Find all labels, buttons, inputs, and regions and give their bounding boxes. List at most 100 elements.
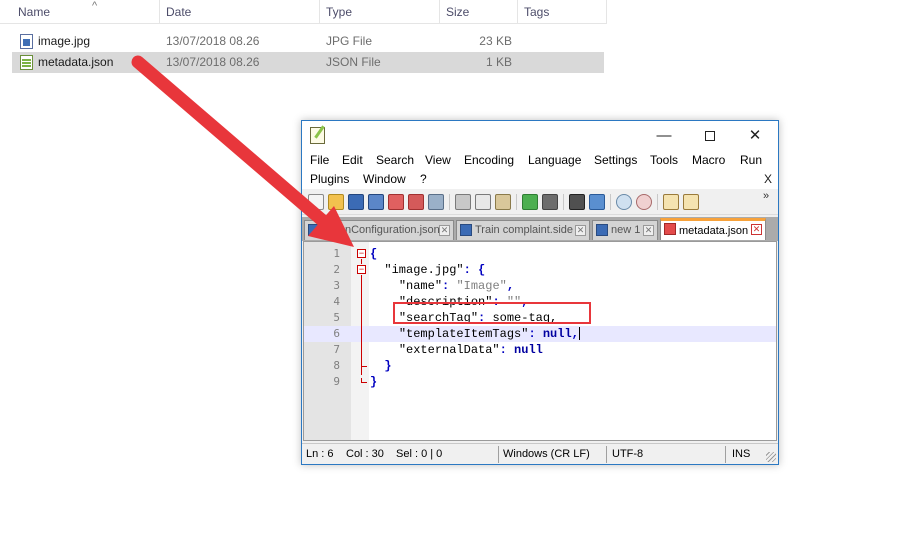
close-button[interactable]: ✕ <box>732 121 778 151</box>
tab-close-icon[interactable]: ✕ <box>751 224 762 235</box>
menu-bar-row-2: Plugins Window ? X <box>302 170 778 189</box>
column-header-name[interactable]: Name ^ <box>12 0 160 24</box>
fold-line <box>361 367 362 375</box>
menu-settings[interactable]: Settings <box>594 151 637 170</box>
toolbar-separator <box>516 194 517 210</box>
code-editor[interactable]: 1 { 2 "image.jpg": { 3 "name": "Image", … <box>303 241 777 441</box>
save-all-icon[interactable] <box>368 194 384 210</box>
status-insert-mode[interactable]: INS <box>730 444 750 465</box>
tab-new-1[interactable]: new 1 ✕ <box>592 220 658 240</box>
saved-file-icon <box>596 224 608 236</box>
close-file-icon[interactable] <box>388 194 404 210</box>
status-separator <box>606 446 607 463</box>
toolbar-separator <box>449 194 450 210</box>
sort-ascending-icon: ^ <box>92 0 98 12</box>
file-type: JPG File <box>326 34 373 48</box>
minimize-button[interactable]: — <box>641 121 687 151</box>
maximize-button[interactable] <box>687 121 733 151</box>
sync-scroll-vertical-icon[interactable] <box>663 194 679 210</box>
line-number: 2 <box>333 263 340 276</box>
code-text: } <box>384 359 392 373</box>
paste-icon[interactable] <box>495 194 511 210</box>
tab-bar: nConfiguration.json ✕ Train complaint.si… <box>302 217 778 241</box>
menu-plugins[interactable]: Plugins <box>310 170 349 189</box>
menu-tools[interactable]: Tools <box>650 151 678 170</box>
column-header-size[interactable]: Size <box>440 0 518 24</box>
file-size: 1 KB <box>485 55 512 69</box>
menu-bar: File Edit Search View Encoding Language … <box>302 151 778 170</box>
file-row-metadata[interactable]: metadata.json 13/07/2018 08.26 JSON File… <box>12 52 604 73</box>
resize-grip-icon[interactable] <box>766 452 776 462</box>
status-column: Col : 30 <box>346 448 384 460</box>
toolbar-overflow-icon[interactable]: » <box>763 190 769 202</box>
column-headers: Name ^ Date Type Size Tags <box>0 0 607 24</box>
line-number: 7 <box>333 343 340 356</box>
tab-close-icon[interactable]: ✕ <box>643 225 654 236</box>
menu-view[interactable]: View <box>425 151 451 170</box>
tab-metadata-json[interactable]: metadata.json ✕ <box>660 218 766 240</box>
zoom-in-icon[interactable] <box>616 194 632 210</box>
copy-icon[interactable] <box>475 194 491 210</box>
redo-icon[interactable] <box>542 194 558 210</box>
menu-encoding[interactable]: Encoding <box>464 151 514 170</box>
menu-file[interactable]: File <box>310 151 329 170</box>
column-header-date[interactable]: Date <box>160 0 320 24</box>
line-number: 8 <box>333 359 340 372</box>
tab-configuration-json[interactable]: nConfiguration.json ✕ <box>304 220 454 240</box>
image-file-icon <box>20 34 33 49</box>
tab-close-icon[interactable]: ✕ <box>575 225 586 236</box>
column-header-tags[interactable]: Tags <box>518 0 607 24</box>
title-bar[interactable]: — ✕ <box>302 121 778 151</box>
toolbar-separator <box>610 194 611 210</box>
status-line: Ln : 6 <box>306 448 334 460</box>
line-number: 6 <box>333 327 340 340</box>
cut-icon[interactable] <box>455 194 471 210</box>
file-size: 23 KB <box>479 34 512 48</box>
status-selection: Sel : 0 | 0 <box>396 448 443 460</box>
status-separator <box>498 446 499 463</box>
text-caret <box>578 327 580 341</box>
menu-macro[interactable]: Macro <box>692 151 725 170</box>
menu-window[interactable]: Window <box>363 170 406 189</box>
line-number: 1 <box>333 247 340 260</box>
line-number: 4 <box>333 295 340 308</box>
line-number: 5 <box>333 311 340 324</box>
zoom-out-icon[interactable] <box>636 194 652 210</box>
fold-toggle-icon[interactable]: − <box>357 265 366 274</box>
code-line-2: 2 "image.jpg": { <box>304 262 776 278</box>
menu-help[interactable]: ? <box>420 170 427 189</box>
fold-end-marker <box>361 378 367 383</box>
tab-close-icon[interactable]: ✕ <box>439 225 450 236</box>
new-file-icon[interactable] <box>308 194 324 210</box>
saved-file-icon <box>460 224 472 236</box>
fold-toggle-icon[interactable]: − <box>357 249 366 258</box>
file-row-image[interactable]: image.jpg 13/07/2018 08.26 JPG File 23 K… <box>12 31 604 52</box>
menu-run[interactable]: Run <box>740 151 762 170</box>
file-name: metadata.json <box>38 55 114 69</box>
undo-icon[interactable] <box>522 194 538 210</box>
code-text: "externalData": null <box>398 343 543 357</box>
save-icon[interactable] <box>348 194 364 210</box>
menu-search[interactable]: Search <box>376 151 414 170</box>
code-text: } <box>370 375 378 389</box>
open-file-icon[interactable] <box>328 194 344 210</box>
close-document-button[interactable]: X <box>764 170 772 189</box>
column-header-type[interactable]: Type <box>320 0 440 24</box>
sync-scroll-horizontal-icon[interactable] <box>683 194 699 210</box>
status-eol[interactable]: Windows (CR LF) <box>501 444 590 465</box>
print-icon[interactable] <box>428 194 444 210</box>
menu-language[interactable]: Language <box>528 151 581 170</box>
file-explorer: Name ^ Date Type Size Tags image.jpg 13/… <box>0 0 607 80</box>
find-icon[interactable] <box>569 194 585 210</box>
code-text: "image.jpg": { <box>384 263 486 277</box>
tab-label: metadata.json <box>679 225 749 237</box>
replace-icon[interactable] <box>589 194 605 210</box>
notepad-app-icon[interactable] <box>310 127 325 144</box>
tab-train-complaint[interactable]: Train complaint.side ✕ <box>456 220 590 240</box>
toolbar-separator <box>657 194 658 210</box>
status-encoding[interactable]: UTF-8 <box>610 444 643 465</box>
close-all-icon[interactable] <box>408 194 424 210</box>
code-text: "templateItemTags": null, <box>398 327 580 341</box>
menu-edit[interactable]: Edit <box>342 151 363 170</box>
json-file-icon <box>20 55 33 70</box>
